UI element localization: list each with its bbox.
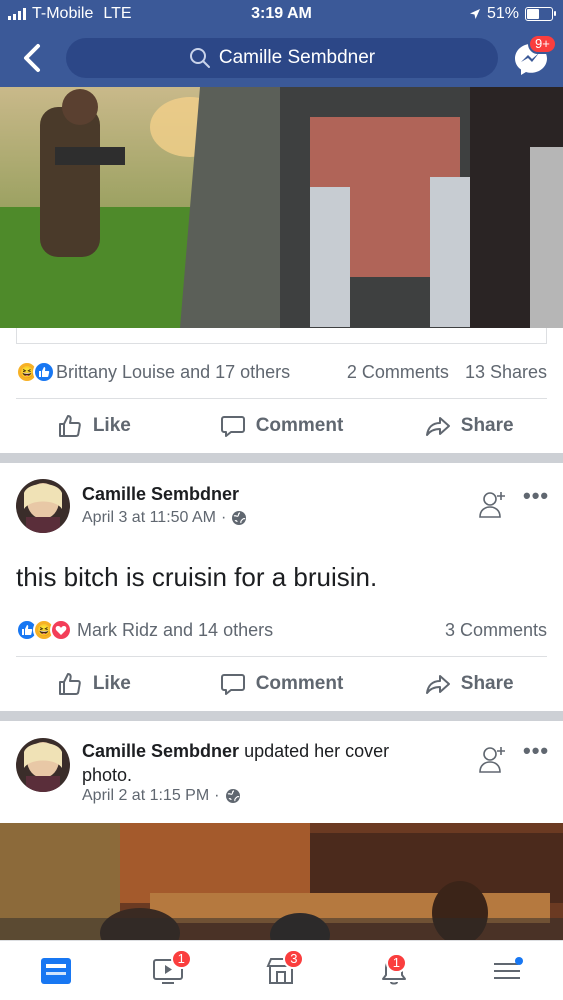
battery-icon	[525, 7, 556, 21]
like-button[interactable]: Like	[0, 658, 188, 710]
share-arrow-icon	[425, 675, 450, 694]
reaction-icons[interactable]: 😆	[16, 619, 72, 641]
share-button[interactable]: Share	[375, 658, 563, 710]
location-arrow-icon	[469, 9, 480, 19]
top-navigation-bar: T-Mobile LTE 3:19 AM 51% Camille Sembdne…	[0, 0, 563, 87]
post-action-text-continued: photo.	[82, 765, 133, 785]
feed-separator	[0, 711, 563, 721]
search-bar[interactable]: Camille Sembdner	[66, 38, 498, 78]
post2-reactions-row: 😆 Mark Ridz and 14 others 3 Comments	[16, 616, 547, 644]
search-query-text: Camille Sembdner	[218, 47, 376, 68]
post-author-name[interactable]: Camille Sembdner	[82, 484, 239, 505]
cover-photo-image[interactable]	[0, 823, 563, 940]
post-action-text: updated her cover	[244, 741, 390, 761]
reactions-summary[interactable]: Brittany Louise and 17 others	[56, 362, 290, 383]
tab-news-feed[interactable]	[0, 941, 113, 1000]
tab-marketplace[interactable]: 3	[225, 941, 338, 1000]
post-shared-image[interactable]	[0, 87, 563, 328]
shares-count[interactable]: 13 Shares	[465, 362, 547, 383]
share-arrow-icon	[425, 417, 450, 436]
like-reaction-icon	[33, 361, 55, 383]
post-author-line: Camille Sembdner updated her cover photo…	[82, 739, 462, 787]
post-timestamp[interactable]: April 3 at 11:50 AM	[82, 509, 216, 527]
avatar[interactable]	[16, 479, 70, 533]
battery-percent: 51%	[486, 5, 519, 22]
thumbs-up-icon	[58, 415, 81, 437]
like-label: Like	[92, 673, 131, 694]
comments-count[interactable]: 3 Comments	[445, 620, 547, 641]
messenger-button[interactable]: 9+	[512, 34, 557, 78]
tab-watch[interactable]: 1	[113, 941, 226, 1000]
comment-button[interactable]: Comment	[188, 658, 376, 710]
watch-badge: 1	[170, 949, 192, 969]
divider	[16, 656, 547, 657]
news-feed-icon	[41, 957, 72, 984]
add-friend-icon[interactable]	[478, 744, 508, 774]
comment-bubble-icon	[220, 416, 245, 437]
post-meta: April 3 at 11:50 AM ·	[82, 509, 247, 527]
avatar[interactable]	[16, 738, 70, 792]
back-arrow-icon[interactable]	[18, 40, 48, 76]
comment-label: Comment	[255, 415, 344, 436]
marketplace-badge: 3	[283, 949, 305, 969]
share-label: Share	[460, 415, 514, 436]
post2-action-bar: Like Comment Share	[0, 658, 563, 710]
thumbs-up-icon	[58, 673, 81, 695]
post1-action-bar: Like Comment Share	[0, 400, 563, 452]
love-reaction-icon	[50, 619, 72, 641]
comment-button[interactable]: Comment	[188, 400, 376, 452]
hamburger-menu-icon	[493, 956, 523, 979]
video-game-still-image	[0, 87, 563, 328]
add-friend-icon[interactable]	[478, 489, 508, 519]
comment-bubble-icon	[220, 674, 245, 695]
divider	[16, 398, 547, 399]
reaction-icons[interactable]: 😆	[16, 361, 55, 383]
more-options-icon[interactable]: •••	[523, 485, 549, 507]
meta-separator: ·	[214, 787, 220, 804]
comment-label: Comment	[255, 673, 344, 694]
messenger-badge: 9+	[528, 34, 557, 54]
post-card-border	[16, 328, 547, 344]
tab-notifications[interactable]: 1	[338, 941, 451, 1000]
share-label: Share	[460, 673, 514, 694]
more-options-icon[interactable]: •••	[523, 740, 549, 762]
post1-reactions-row: 😆 Brittany Louise and 17 others 2 Commen…	[16, 358, 547, 386]
post-author-name[interactable]: Camille Sembdner	[82, 741, 239, 761]
like-button[interactable]: Like	[0, 400, 188, 452]
reactions-summary[interactable]: Mark Ridz and 14 others	[77, 620, 273, 641]
search-icon	[189, 48, 210, 68]
like-label: Like	[92, 415, 131, 436]
comments-count[interactable]: 2 Comments	[347, 362, 449, 383]
status-bar: T-Mobile LTE 3:19 AM 51%	[0, 0, 563, 30]
notifications-badge: 1	[385, 953, 408, 973]
post-meta: April 2 at 1:15 PM ·	[82, 787, 241, 805]
post-timestamp[interactable]: April 2 at 1:15 PM	[82, 787, 209, 805]
cover-photo-still	[0, 823, 563, 940]
tab-menu[interactable]	[450, 941, 563, 1000]
bottom-tab-bar: 1 3 1	[0, 940, 563, 1000]
globe-icon	[225, 789, 240, 803]
battery-level-fill	[527, 9, 539, 19]
share-button[interactable]: Share	[375, 400, 563, 452]
meta-separator: ·	[221, 509, 227, 526]
globe-icon	[232, 511, 247, 525]
post-text: this bitch is cruisin for a bruisin.	[16, 562, 378, 592]
feed-separator	[0, 453, 563, 463]
